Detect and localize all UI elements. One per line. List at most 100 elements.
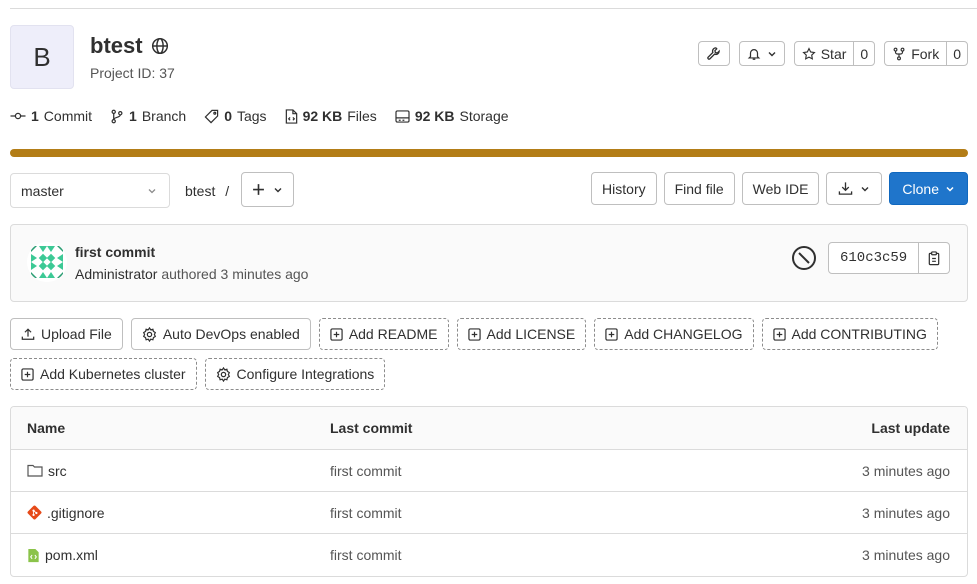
commit-icon	[10, 109, 26, 123]
copy-icon	[927, 250, 941, 266]
fork-button[interactable]: Fork 0	[884, 41, 968, 66]
star-button[interactable]: Star 0	[793, 41, 876, 66]
top-divider	[10, 8, 977, 9]
disk-icon	[395, 109, 410, 123]
copy-sha-button[interactable]	[919, 242, 951, 274]
add-license-button[interactable]: Add LICENSE	[456, 318, 587, 350]
project-actions: Star 0 Fork 0	[697, 41, 968, 66]
chevron-down-icon	[147, 186, 157, 196]
table-row[interactable]: .gitignore first commit 3 minutes ago	[11, 492, 967, 534]
repo-actions: History Find file Web IDE Clone	[591, 172, 968, 205]
add-changelog-button[interactable]: Add CHANGELOG	[594, 318, 754, 350]
commit-meta: Administrator authored 3 minutes ago	[75, 266, 308, 282]
header-last-commit: Last commit	[330, 420, 413, 436]
branch-selector[interactable]: master	[10, 173, 170, 208]
project-avatar: B	[10, 25, 74, 89]
breadcrumb: btest /	[185, 183, 229, 199]
fork-label: Fork	[911, 45, 940, 62]
settings-gear-icon	[216, 366, 231, 382]
project-title: btest	[90, 33, 169, 59]
fork-icon	[892, 47, 906, 61]
commits-stat[interactable]: 1 Commit	[10, 108, 92, 124]
branch-icon	[110, 109, 124, 124]
xml-file-icon	[27, 548, 40, 563]
branches-stat[interactable]: 1 Branch	[110, 108, 186, 124]
settings-button[interactable]	[697, 41, 730, 66]
files-stat[interactable]: 92 KB Files	[285, 108, 377, 124]
table-row[interactable]: src first commit 3 minutes ago	[11, 450, 967, 492]
git-file-icon	[27, 505, 42, 520]
plus-square-icon	[330, 327, 343, 341]
add-contributing-label: Add CONTRIBUTING	[791, 326, 927, 342]
branch-name: master	[21, 182, 64, 199]
plus-square-icon	[21, 367, 34, 381]
add-readme-button[interactable]: Add README	[318, 318, 449, 350]
commit-sha[interactable]: 610c3c59	[828, 242, 920, 274]
commit-title-link[interactable]: first commit	[75, 244, 155, 260]
add-contributing-button[interactable]: Add CONTRIBUTING	[761, 318, 938, 350]
header-last-update: Last update	[871, 420, 950, 436]
header-name: Name	[27, 420, 66, 436]
add-license-label: Add LICENSE	[486, 326, 576, 342]
file-name-link[interactable]: src	[48, 463, 67, 479]
chevron-down-icon	[945, 184, 955, 194]
tags-stat[interactable]: 0 Tags	[204, 108, 267, 124]
table-row[interactable]: pom.xml first commit 3 minutes ago	[11, 534, 967, 576]
add-readme-label: Add README	[348, 326, 438, 342]
breadcrumb-project-link[interactable]: btest	[185, 183, 215, 199]
configure-integrations-button[interactable]: Configure Integrations	[204, 358, 386, 390]
fork-button-label[interactable]: Fork	[885, 42, 948, 65]
pipeline-skipped-icon[interactable]	[791, 245, 817, 271]
file-name-link[interactable]: .gitignore	[47, 505, 105, 521]
find-file-button[interactable]: Find file	[663, 172, 735, 205]
project-name: btest	[90, 33, 143, 58]
notifications-dropdown[interactable]	[738, 41, 785, 66]
download-dropdown[interactable]	[826, 172, 883, 205]
star-label: Star	[820, 45, 847, 62]
file-updated: 3 minutes ago	[862, 504, 950, 521]
add-kubernetes-cluster-button[interactable]: Add Kubernetes cluster	[10, 358, 197, 390]
fork-count[interactable]: 0	[947, 42, 967, 65]
add-kubernetes-cluster-label: Add Kubernetes cluster	[40, 366, 186, 382]
file-commit-link[interactable]: first commit	[330, 505, 402, 521]
file-commit-link[interactable]: first commit	[330, 463, 402, 479]
chevron-down-icon	[767, 49, 777, 59]
plus-square-icon	[467, 327, 481, 341]
storage-usage-bar	[10, 149, 968, 157]
storage-stat[interactable]: 92 KB Storage	[395, 108, 509, 124]
upload-icon	[21, 327, 35, 341]
star-count[interactable]: 0	[854, 42, 874, 65]
branches-count: 1	[129, 108, 137, 124]
files-label: Files	[347, 108, 377, 124]
auto-devops-label: Auto DevOps enabled	[162, 326, 300, 342]
tags-count: 0	[224, 108, 232, 124]
tag-icon	[204, 109, 219, 124]
file-name-link[interactable]: pom.xml	[45, 547, 98, 563]
globe-icon	[151, 37, 169, 55]
project-stats: 1 Commit 1 Branch 0 Tags 92 KB Files 92 …	[10, 108, 509, 124]
table-header: Name Last commit Last update	[11, 407, 967, 450]
branches-label: Branch	[141, 108, 187, 124]
auto-devops-button[interactable]: Auto DevOps enabled	[130, 318, 311, 350]
star-button-label[interactable]: Star	[795, 42, 855, 65]
commit-author-link[interactable]: Administrator	[75, 266, 157, 282]
file-updated: 3 minutes ago	[862, 462, 950, 479]
breadcrumb-separator: /	[225, 183, 230, 199]
file-commit-link[interactable]: first commit	[330, 547, 402, 563]
project-avatar-initial: B	[33, 41, 51, 72]
clone-button[interactable]: Clone	[889, 172, 968, 205]
web-ide-button[interactable]: Web IDE	[741, 172, 820, 205]
configure-integrations-label: Configure Integrations	[236, 366, 375, 382]
tags-label: Tags	[236, 108, 267, 124]
upload-file-label: Upload File	[41, 326, 112, 342]
history-button[interactable]: History	[591, 172, 657, 205]
clone-label: Clone	[902, 180, 939, 197]
commits-count: 1	[31, 108, 39, 124]
commit-authored-time: authored 3 minutes ago	[161, 266, 309, 282]
author-avatar[interactable]	[27, 242, 67, 282]
plus-icon	[252, 183, 265, 196]
storage-usage-fill	[10, 149, 968, 157]
upload-file-button[interactable]: Upload File	[10, 318, 123, 350]
bell-icon	[747, 47, 761, 61]
add-new-dropdown[interactable]	[241, 172, 294, 207]
